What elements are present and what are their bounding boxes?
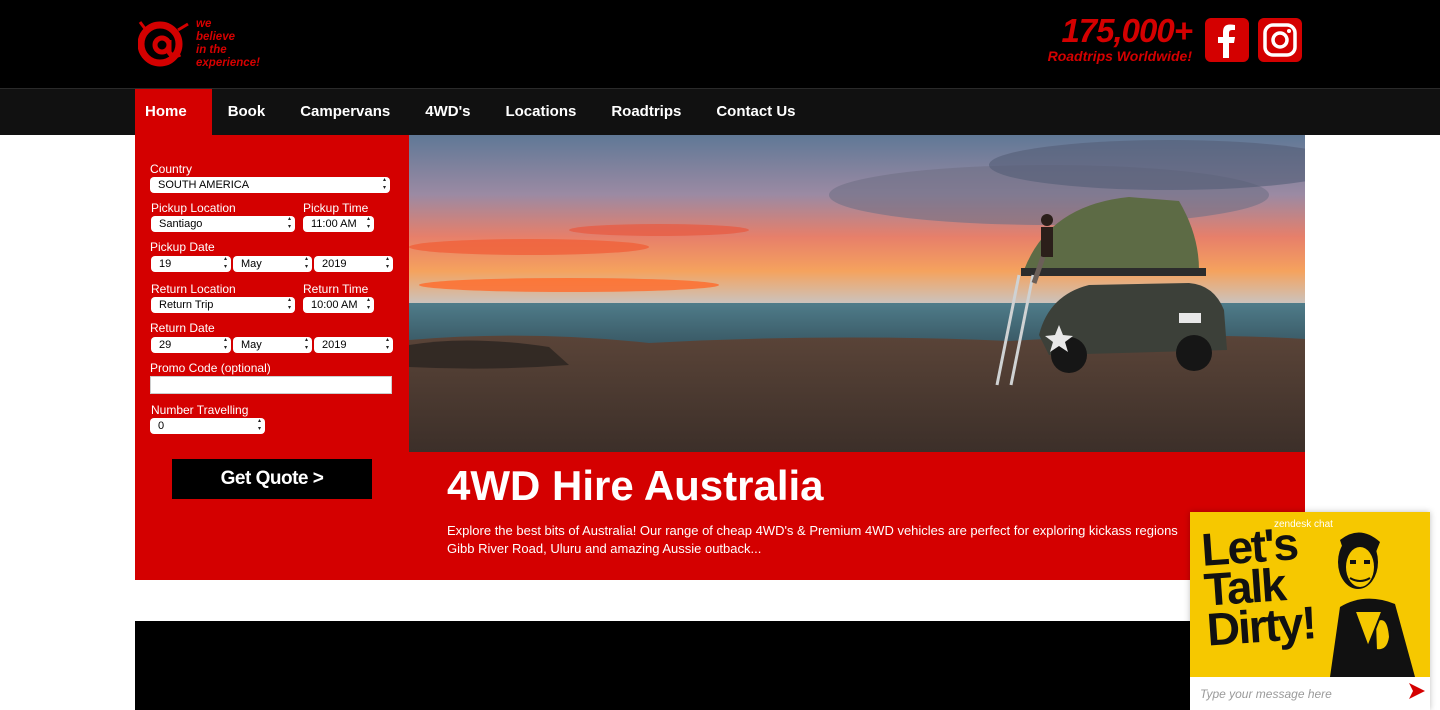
site-header: we believe in the experience! 175,000+ R… [0,0,1440,88]
facebook-icon[interactable] [1205,18,1249,62]
pickup-date-label: Pickup Date [150,240,215,254]
pickup-year-select[interactable]: 2019 [314,255,393,272]
pickup-time-select[interactable]: 11:00 AM [303,215,374,232]
main-nav: Home Book Campervans 4WD's Locations Roa… [135,89,815,135]
chat-widget[interactable]: zendesk chat Let's Talk Dirty! Type your… [1190,512,1430,710]
promo-code-label: Promo Code (optional) [150,361,271,375]
pickup-day-select[interactable]: 19 [151,255,231,272]
hero-title: 4WD Hire Australia [447,462,824,509]
chat-message-input[interactable]: Type your message here [1200,687,1332,701]
hero-description: Explore the best bits of Australia! Our … [447,523,1178,556]
get-quote-button[interactable]: Get Quote > [172,459,372,499]
site-logo[interactable]: we believe in the experience! [137,18,273,70]
hero-image [409,135,1305,452]
return-year-select[interactable]: 2019 [314,336,393,353]
promo-code-input[interactable] [150,376,392,394]
chat-banner[interactable]: zendesk chat Let's Talk Dirty! [1190,512,1430,677]
logo-at-icon [137,21,189,67]
logo-tagline: we believe in the experience! [196,18,260,69]
return-day-select[interactable]: 29 [151,336,231,353]
return-month-select[interactable]: May [233,336,312,353]
counter-value: 175,000+ [1061,12,1193,49]
return-time-select[interactable]: 10:00 AM [303,296,374,313]
roadtrips-counter: 175,000+ Roadtrips Worldwide! [1030,12,1193,65]
return-location-label: Return Location [151,282,236,296]
content-block-dark [135,621,1305,710]
send-arrow-icon[interactable] [1408,682,1430,704]
booking-form: Country SOUTH AMERICA Pickup Location Sa… [135,135,409,580]
counter-label: Roadtrips Worldwide! [1047,48,1192,64]
return-time-label: Return Time [303,282,369,296]
nav-campervans[interactable]: Campervans [284,89,409,135]
nav-home[interactable]: Home [135,89,212,135]
return-location-select[interactable]: Return Trip [151,296,295,313]
number-travelling-label: Number Travelling [151,403,249,417]
country-label: Country [150,162,193,176]
main-nav-bar: Home Book Campervans 4WD's Locations Roa… [0,88,1440,135]
nav-book[interactable]: Book [212,89,285,135]
nav-contact-us[interactable]: Contact Us [700,89,814,135]
pickup-month-select[interactable]: May [233,255,312,272]
nav-4wds[interactable]: 4WD's [409,89,489,135]
chat-headline: Let's Talk Dirty! [1199,517,1317,656]
pickup-location-select[interactable]: Santiago [151,215,295,232]
nav-roadtrips[interactable]: Roadtrips [595,89,700,135]
pickup-time-label: Pickup Time [303,201,369,215]
number-travelling-select[interactable]: 0 [150,417,265,434]
return-date-label: Return Date [150,321,215,335]
pickup-location-label: Pickup Location [151,201,236,215]
instagram-icon[interactable] [1258,18,1302,62]
country-select[interactable]: SOUTH AMERICA [150,176,390,193]
hero-banner: 4WD Hire Australia Explore the best bits… [409,452,1305,580]
nav-locations[interactable]: Locations [489,89,595,135]
